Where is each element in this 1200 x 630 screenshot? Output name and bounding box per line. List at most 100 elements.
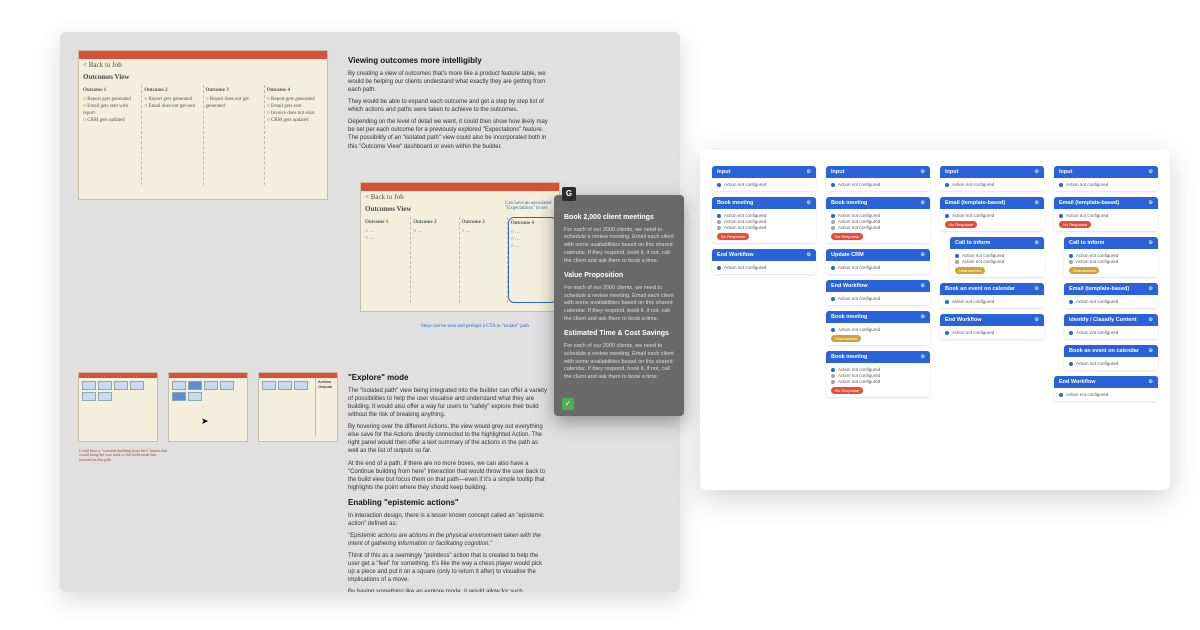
pill-no-response[interactable]: No Response [717, 233, 749, 240]
flow-node-header[interactable]: Update CRM⚙ [826, 249, 930, 261]
flow-node-header[interactable]: Book meeting ⚙ [712, 197, 816, 209]
flow-node[interactable]: Email (template-based) ⚙ Action not config… [1054, 197, 1158, 231]
gear-icon[interactable]: ⚙ [921, 169, 925, 175]
gear-icon[interactable]: ⚙ [807, 200, 811, 206]
flow-node-line: Action not configured [717, 265, 811, 270]
flow-node-title: Email (template-based) [1069, 286, 1129, 292]
flow-node[interactable]: Call to inform⚙Action not configuredActi… [1064, 237, 1158, 277]
flow-builder-panel: Input⚙Action not configuredBook meeting⚙… [700, 150, 1170, 490]
gear-icon[interactable]: ⚙ [1149, 317, 1153, 323]
flow-node[interactable]: Input⚙Action not configured [712, 166, 816, 191]
flow-node-line: Action not configured [1059, 182, 1153, 187]
gear-icon[interactable]: ⚙ [1149, 200, 1153, 206]
flow-node[interactable]: Email (template-based)⚙Action not config… [1064, 283, 1158, 308]
gear-icon[interactable]: ⚙ [921, 252, 925, 258]
flow-node[interactable]: Update CRM⚙Action not configured [826, 249, 930, 274]
flow-node-line: Action not configured [717, 219, 811, 224]
pill-no-response[interactable]: No Response [831, 387, 863, 394]
gear-icon[interactable]: ⚙ [1035, 317, 1039, 323]
gear-icon[interactable]: ⚙ [1149, 240, 1153, 246]
flow-node-header[interactable]: Book meeting⚙ [826, 351, 930, 363]
dot-icon [717, 183, 721, 187]
dot-icon [831, 214, 835, 218]
sketch-outcomes-annotated: < Back to Job Outcomes View Outcome 1○ …… [360, 182, 560, 312]
flow-node-header[interactable]: End Workflow⚙ [940, 314, 1044, 326]
dot-icon [831, 297, 835, 301]
flow-node-header[interactable]: Input⚙ [1054, 166, 1158, 178]
flow-node-header[interactable]: End Workflow⚙ [826, 280, 930, 292]
flow-node[interactable]: End Workflow⚙ Action not configured [712, 249, 816, 274]
mini-sketch-3: ActionsOutputs [258, 372, 338, 442]
flow-node[interactable]: Book meeting⚙Action not configuredAction… [826, 351, 930, 397]
dot-icon [1069, 254, 1073, 258]
flow-node[interactable]: End Workflow⚙Action not configured [826, 280, 930, 305]
flow-node-body: Action not configured [712, 178, 816, 191]
pill-unanswered[interactable]: Unanswered [955, 267, 985, 274]
gear-icon[interactable]: ⚙ [1035, 200, 1039, 206]
dot-icon [1059, 393, 1063, 397]
flow-node-header[interactable]: Input⚙ [712, 166, 816, 178]
flow-node-header[interactable]: Email (template-based) ⚙ [1064, 283, 1158, 295]
flow-node-body: Action not configuredNo Response [940, 209, 1044, 231]
dot-icon [831, 374, 835, 378]
gear-icon[interactable]: ⚙ [921, 354, 925, 360]
pill-unanswered[interactable]: Unanswered [831, 335, 861, 342]
flow-node-title: Book an event on calendar [945, 286, 1015, 292]
gear-icon[interactable]: ⚙ [1149, 348, 1153, 354]
flow-node-header[interactable]: Book meeting⚙ [826, 311, 930, 323]
gear-icon[interactable]: ⚙ [1035, 169, 1039, 175]
gear-icon[interactable]: ⚙ [1149, 169, 1153, 175]
pill-no-response[interactable]: No Response [1059, 221, 1091, 228]
gear-icon[interactable]: ⚙ [921, 283, 925, 289]
pill-no-response[interactable]: No Response [945, 221, 977, 228]
gear-icon[interactable]: ⚙ [1149, 286, 1153, 292]
flow-node[interactable]: End Workflow⚙ Action not configured [1054, 376, 1158, 401]
flow-node[interactable]: Input⚙ Action not configured [1054, 166, 1158, 191]
check-icon[interactable]: ✓ [562, 398, 574, 410]
gear-icon[interactable]: ⚙ [807, 169, 811, 175]
gear-icon[interactable]: ⚙ [921, 200, 925, 206]
gear-icon[interactable]: ⚙ [1149, 379, 1153, 385]
gear-icon[interactable]: ⚙ [807, 252, 811, 258]
flow-node-title: Book meeting [717, 200, 753, 206]
flow-node-body: Action not configured [940, 295, 1044, 308]
flow-node[interactable]: Input⚙Action not configured [940, 166, 1044, 191]
flow-node-header[interactable]: Book an event on calendar ⚙ [940, 283, 1044, 295]
gear-icon[interactable]: ⚙ [1035, 286, 1039, 292]
flow-node[interactable]: Book an event on calendar⚙Action not con… [1064, 345, 1158, 370]
flow-node-header[interactable]: Book meeting⚙ [826, 197, 930, 209]
flow-node[interactable]: Book meeting⚙Action not configuredAction… [826, 197, 930, 243]
flow-node-header[interactable]: Email (template-based)⚙ [940, 197, 1044, 209]
flow-node[interactable]: Input⚙Action not configured [826, 166, 930, 191]
flow-node[interactable]: Email (template-based)⚙Action not config… [940, 197, 1044, 231]
gear-icon[interactable]: ⚙ [921, 314, 925, 320]
flow-node[interactable]: End Workflow⚙Action not configured [940, 314, 1044, 339]
gear-icon[interactable]: ⚙ [1035, 240, 1039, 246]
flow-node[interactable]: Book an event on calendar ⚙ Action not con… [940, 283, 1044, 308]
flow-node-body: Action not configured [1054, 388, 1158, 401]
doc-heading-3: Enabling "epistemic actions" [348, 498, 548, 509]
flow-node-header[interactable]: Book an event on calendar⚙ [1064, 345, 1158, 357]
flow-node-title: Email (template-based) [1059, 200, 1119, 206]
cursor-icon: ➤ [201, 416, 209, 427]
flow-node-line: Action not configured [1059, 213, 1153, 218]
flow-node-body: Action not configured [826, 178, 930, 191]
flow-node-header[interactable]: Input⚙ [826, 166, 930, 178]
flow-node-body: Action not configuredAction not configur… [826, 363, 930, 397]
flow-node[interactable]: Book meeting⚙Action not configuredAction… [712, 197, 816, 243]
pill-unanswered[interactable]: Unanswered [1069, 267, 1099, 274]
flow-node-header[interactable]: Email (template-based) ⚙ [1054, 197, 1158, 209]
flow-node-header[interactable]: Call to inform⚙ [1064, 237, 1158, 249]
sketch-col-4: Outcome 4 ○ Report gets generated ○ Emai… [265, 85, 325, 185]
flow-node-header[interactable]: End Workflow⚙ [1054, 376, 1158, 388]
flow-node[interactable]: Call to inform⚙Action not configuredActi… [950, 237, 1044, 277]
sketch-badge [79, 51, 327, 59]
flow-node[interactable]: Identify / Classify Content⚙Action not c… [1064, 314, 1158, 339]
flow-node[interactable]: Book meeting⚙Action not configuredUnansw… [826, 311, 930, 345]
pill-no-response[interactable]: No Response [831, 233, 863, 240]
flow-node-header[interactable]: Call to inform⚙ [950, 237, 1044, 249]
flow-node-header[interactable]: Input⚙ [940, 166, 1044, 178]
flow-node-header[interactable]: End Workflow⚙ [712, 249, 816, 261]
flow-node-line: Action not configured [1059, 392, 1153, 397]
flow-node-header[interactable]: Identify / Classify Content⚙ [1064, 314, 1158, 326]
